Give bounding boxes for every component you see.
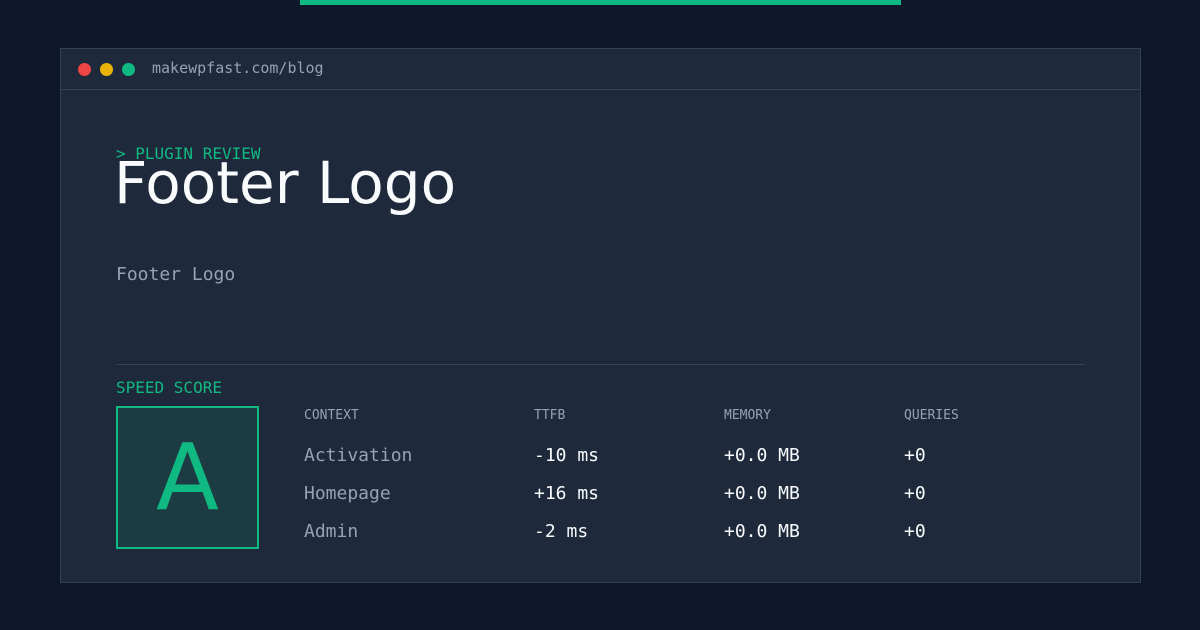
- minimize-window-dot-icon[interactable]: [100, 63, 113, 76]
- table-row-context: Homepage: [304, 483, 391, 504]
- table-row-ttfb: -10 ms: [534, 445, 600, 466]
- page-subtitle: Footer Logo: [116, 264, 236, 285]
- top-accent-bar: [300, 0, 901, 5]
- memory-column-header: MEMORY: [724, 408, 771, 423]
- page-title: Footer Logo: [114, 149, 457, 217]
- table-row-queries: +0: [904, 445, 926, 466]
- browser-url-text: makewpfast.com/blog: [152, 59, 324, 77]
- performance-table: CONTEXT TTFB MEMORY QUERIES Activation -…: [304, 408, 1084, 548]
- speed-grade-value: A: [156, 423, 219, 531]
- table-row-queries: +0: [904, 483, 926, 504]
- table-row-ttfb: -2 ms: [534, 521, 589, 542]
- table-row-memory: +0.0 MB: [724, 445, 800, 466]
- table-row-ttfb: +16 ms: [534, 483, 600, 504]
- table-row-queries: +0: [904, 521, 926, 542]
- queries-column-header: QUERIES: [904, 408, 959, 423]
- window-titlebar: makewpfast.com/blog: [61, 49, 1140, 90]
- speed-score-label: SPEED SCORE: [116, 378, 222, 397]
- ttfb-column-header: TTFB: [534, 408, 566, 423]
- table-row-context: Activation: [304, 445, 413, 466]
- maximize-window-dot-icon[interactable]: [122, 63, 135, 76]
- close-window-dot-icon[interactable]: [78, 63, 91, 76]
- browser-window: makewpfast.com/blog > PLUGIN REVIEW Foot…: [60, 48, 1141, 583]
- speed-grade-badge: A: [116, 406, 259, 549]
- table-row-context: Admin: [304, 521, 359, 542]
- context-column-header: CONTEXT: [304, 408, 359, 423]
- section-divider: [116, 364, 1085, 365]
- table-row-memory: +0.0 MB: [724, 483, 800, 504]
- table-row-memory: +0.0 MB: [724, 521, 800, 542]
